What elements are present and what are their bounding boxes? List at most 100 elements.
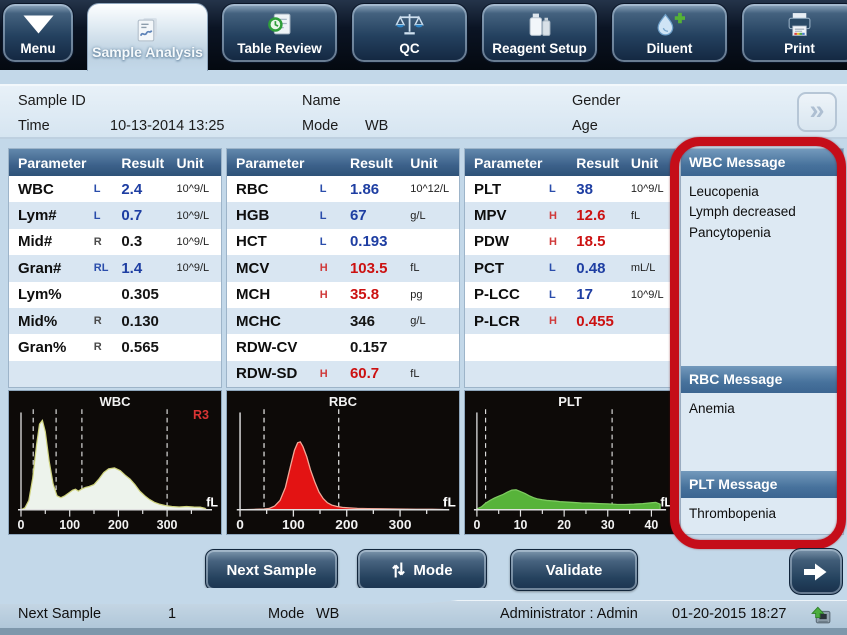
param-row-mid[interactable]: Mid#R0.310^9/L [9,229,221,255]
flag-message: Thrombopenia [689,504,835,524]
status-next-sample-label: Next Sample [18,601,101,628]
toolbar-button-label: QC [399,40,419,57]
reagent-setup-button[interactable]: Reagent Setup [481,3,598,63]
param-row-pdw[interactable]: PDWH18.5 [465,229,675,255]
flag-cell: H [549,236,576,248]
time-label: Time [18,113,50,139]
param-cell: P-LCR [465,313,549,330]
param-row-mchc[interactable]: MCHC346g/L [227,308,459,334]
param-row-gran[interactable]: Gran#RL1.410^9/L [9,255,221,281]
param-row-hct[interactable]: HCTL0.193 [227,229,459,255]
param-row-rbc[interactable]: RBCL1.8610^12/L [227,176,459,202]
rbc-message-list: Anemia [681,393,843,471]
toolbar-button-label: Reagent Setup [492,40,587,57]
param-cell: PCT [465,260,549,277]
svg-text:100: 100 [59,516,80,531]
unit-cell: 10^9/L [176,210,221,222]
flag-cell: L [549,183,576,195]
param-row-wbc[interactable]: WBCL2.410^9/L [9,176,221,202]
param-row-lym[interactable]: Lym%0.305 [9,282,221,308]
param-row-lym[interactable]: Lym#L0.710^9/L [9,202,221,228]
expand-info-button[interactable]: » [797,92,837,132]
result-cell: 0.193 [350,233,410,250]
param-row-pct[interactable]: PCTL0.48mL/L [465,255,675,281]
flag-cell: L [320,236,350,248]
param-row-hgb[interactable]: HGBL67g/L [227,202,459,228]
param-cell: RDW-SD [227,365,320,382]
flag-cell: L [320,210,350,222]
toolbar-button-label: Menu [20,40,55,57]
qc-button[interactable]: QC [351,3,468,63]
flag-message: Anemia [689,399,835,419]
param-row-mid[interactable]: Mid%R0.130 [9,308,221,334]
result-cell: 1.4 [121,260,176,277]
menu-button[interactable]: Menu [2,3,74,63]
table-review-button[interactable]: Table Review [221,3,338,63]
svg-text:fL: fL [206,494,218,509]
param-cell: P-LCC [465,286,549,303]
next-sample-button[interactable]: Next Sample [205,549,338,591]
validate-button[interactable]: Validate [510,549,638,591]
printer-icon [785,10,814,40]
result-cell: 0.157 [350,339,410,356]
plt-message-list: Thrombopenia [681,498,843,534]
param-row-rdw-sd[interactable]: RDW-SDH60.7fL [227,361,459,387]
unit-cell: fL [410,262,459,274]
param-row-plt[interactable]: PLTL3810^9/L [465,176,675,202]
diluent-button[interactable]: Diluent [611,3,728,63]
updown-arrows-icon [391,560,406,580]
param-row-gran[interactable]: Gran%R0.565 [9,334,221,360]
flag-cell: L [549,262,576,274]
result-cell: 18.5 [576,233,631,250]
tab-sample-analysis[interactable]: Sample Analysis [87,3,208,71]
param-row-p-lcc[interactable]: P-LCCL1710^9/L [465,282,675,308]
column-header: Parameter [9,155,121,171]
double-chevron-icon: » [809,95,824,126]
flag-cell: L [94,210,122,222]
param-row-mpv[interactable]: MPVH12.6fL [465,202,675,228]
print-button[interactable]: Print [741,3,847,63]
plt-histogram: PLT 010203040fL [464,390,676,535]
svg-text:200: 200 [335,517,358,532]
next-page-button[interactable] [789,548,843,595]
result-cell: 35.8 [350,286,410,303]
name-label: Name [302,88,341,114]
column-header: Parameter [465,155,576,171]
status-mode-value: WB [316,601,339,628]
status-mode-label: Mode [268,601,304,628]
result-cell: 17 [576,286,631,303]
param-cell: Lym# [9,207,94,224]
table-header-row: ParameterResultUnit [465,149,675,176]
param-cell: PLT [465,181,549,198]
status-bar: Next Sample 1 Mode WB Administrator : Ad… [0,600,847,628]
result-cell: 2.4 [121,181,176,198]
result-cell: 0.48 [576,260,631,277]
table-header-row: ParameterResultUnit [9,149,221,176]
flag-cell: H [320,262,350,274]
result-cell: 0.3 [121,233,176,250]
param-row-mch[interactable]: MCHH35.8pg [227,282,459,308]
mode-button[interactable]: Mode [357,549,487,591]
diluent-drop-icon [654,10,685,40]
reagent-bottles-icon [526,10,553,40]
column-header: Unit [631,155,675,171]
table-review-icon [265,10,294,40]
param-table-plt: ParameterResultUnitPLTL3810^9/LMPVH12.6f… [464,148,676,388]
svg-text:0: 0 [473,516,480,531]
param-table-rbc: ParameterResultUnitRBCL1.8610^12/LHGBL67… [226,148,460,388]
result-cell: 0.455 [576,313,631,330]
empty-row [465,361,675,387]
param-row-p-lcr[interactable]: P-LCRH0.455 [465,308,675,334]
unit-cell: pg [410,289,459,301]
flag-cell: L [549,289,576,301]
sample-info-bar: Sample ID Time 10-13-2014 13:25 Name Mod… [0,84,847,139]
right-arrow-icon [801,561,831,583]
param-row-rdw-cv[interactable]: RDW-CV0.157 [227,334,459,360]
param-row-mcv[interactable]: MCVH103.5fL [227,255,459,281]
wbc-histogram: WBC R3 0100200300fL [8,390,222,535]
rbc-message-header: RBC Message [681,366,843,393]
analyzer-screen: Menu Sample AnalysisTable Review QC Reagent… [0,0,847,635]
svg-text:0: 0 [18,516,25,531]
result-cell: 0.565 [121,339,176,356]
status-next-sample-value[interactable]: 1 [168,601,176,628]
